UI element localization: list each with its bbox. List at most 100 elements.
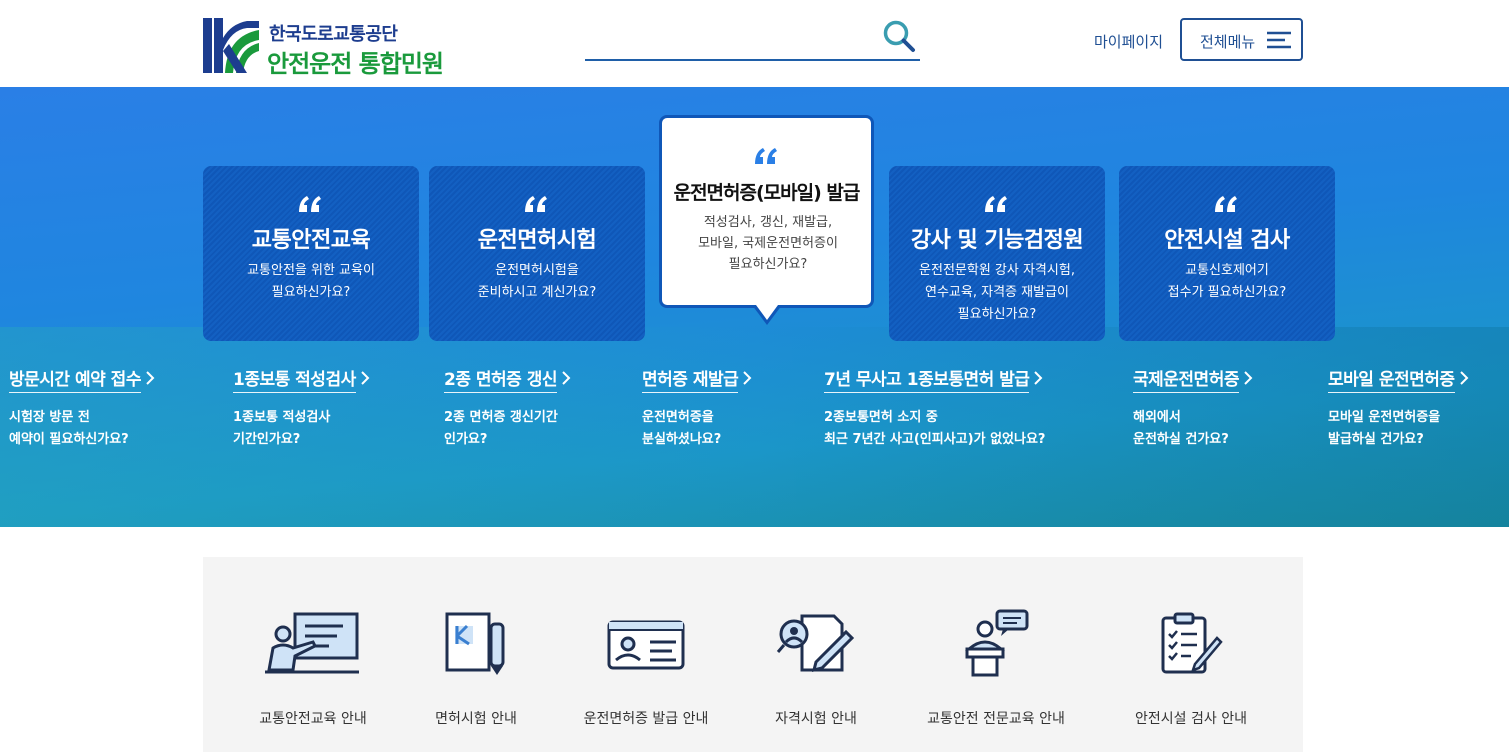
link-title: 국제운전면허증 xyxy=(1133,365,1239,393)
quick-item-safety-facility[interactable]: 안전시설 검사 안내 xyxy=(1101,557,1281,752)
link-description: 해외에서 운전하실 건가요? xyxy=(1133,407,1254,451)
card-description: 운전면허시험을 준비하시고 계신가요? xyxy=(435,260,639,304)
link-class1-aptitude-test[interactable]: 1종보통 적성검사 1종보통 적성검사 기간인가요? xyxy=(233,365,371,451)
quote-icon xyxy=(1215,196,1237,212)
link-title: 7년 무사고 1종보통면허 발급 xyxy=(824,365,1030,393)
link-desc-line: 시험장 방문 전 xyxy=(9,410,90,425)
quick-item-license-issue[interactable]: 운전면허증 발급 안내 xyxy=(551,557,741,752)
chevron-right-icon xyxy=(1034,371,1043,385)
chevron-right-icon xyxy=(1244,371,1253,385)
card-license-exam[interactable]: 운전면허시험 운전면허시험을 준비하시고 계신가요? xyxy=(429,166,645,341)
link-desc-line: 분실하셨나요? xyxy=(642,432,722,447)
quick-item-qualification-exam[interactable]: 자격시험 안내 xyxy=(741,557,891,752)
koroad-logo-icon xyxy=(203,18,259,73)
link-description: 운전면허증을 분실하셨나요? xyxy=(642,407,753,451)
card-desc-line: 교통안전을 위한 교육이 xyxy=(247,263,375,278)
quick-item-label: 안전시설 검사 안내 xyxy=(1135,711,1247,727)
link-desc-line: 최근 7년간 사고(인피사고)가 없었나요? xyxy=(824,432,1046,447)
card-title: 운전면허시험 xyxy=(477,228,597,253)
card-title: 운전면허증(모바일) 발급 xyxy=(673,182,861,204)
card-title: 안전시설 검사 xyxy=(1164,228,1290,253)
quote-icon xyxy=(525,196,547,212)
search-input[interactable] xyxy=(585,20,875,56)
link-desc-line: 2종보통면허 소지 중 xyxy=(824,410,938,425)
org-name: 한국도로교통공단 xyxy=(269,24,398,45)
card-desc-line: 운전면허시험을 xyxy=(495,263,579,278)
card-description: 교통안전을 위한 교육이 필요하신가요? xyxy=(209,260,413,304)
link-license-reissue[interactable]: 면허증 재발급 운전면허증을 분실하셨나요? xyxy=(642,365,753,451)
card-desc-line: 필요하신가요? xyxy=(957,307,1037,322)
quick-item-license-exam[interactable]: 면허시험 안내 xyxy=(401,557,551,752)
quick-menu: 교통안전교육 안내 면허시험 안내 운전면허증 발급 안내 자격시험 안내 교통… xyxy=(203,557,1303,752)
hamburger-icon xyxy=(1267,31,1291,49)
site-title: 안전운전 통합민원 xyxy=(267,50,444,78)
quick-item-label: 운전면허증 발급 안내 xyxy=(583,711,709,727)
card-desc-line: 모바일, 국제운전면허증이 xyxy=(698,236,838,251)
quick-item-label: 교통안전교육 안내 xyxy=(259,711,367,727)
chevron-right-icon xyxy=(146,371,155,385)
card-desc-line: 운전전문학원 강사 자격시험, xyxy=(919,263,1075,278)
link-description: 2종보통면허 소지 중 최근 7년간 사고(인피사고)가 없었나요? xyxy=(824,407,1045,451)
link-desc-line: 인가요? xyxy=(444,432,488,447)
search-button[interactable] xyxy=(880,18,918,56)
link-desc-line: 해외에서 xyxy=(1133,410,1181,425)
quote-icon xyxy=(755,148,777,164)
link-title: 방문시간 예약 접수 xyxy=(9,365,141,393)
id-card-icon xyxy=(607,620,685,670)
link-desc-line: 발급하실 건가요? xyxy=(1328,432,1424,447)
card-desc-line: 적성검사, 갱신, 재발급, xyxy=(703,215,833,230)
search-bar xyxy=(585,16,920,61)
quick-item-label: 교통안전 전문교육 안내 xyxy=(927,711,1065,727)
link-desc-line: 모바일 운전면허증을 xyxy=(1328,410,1441,425)
link-international-license[interactable]: 국제운전면허증 해외에서 운전하실 건가요? xyxy=(1133,365,1254,451)
card-desc-line: 접수가 필요하신가요? xyxy=(1167,285,1287,300)
chevron-right-icon xyxy=(1459,371,1468,385)
card-license-issue-active[interactable]: 운전면허증(모바일) 발급 적성검사, 갱신, 재발급, 모바일, 국제운전면허… xyxy=(659,115,874,308)
quick-item-label: 자격시험 안내 xyxy=(775,711,857,727)
quick-item-traffic-education[interactable]: 교통안전교육 안내 xyxy=(225,557,401,752)
link-description: 시험장 방문 전 예약이 필요하신가요? xyxy=(9,407,156,451)
chevron-right-icon xyxy=(562,371,571,385)
link-description: 2종 면허증 갱신기간 인가요? xyxy=(444,407,572,451)
quick-item-label: 면허시험 안내 xyxy=(435,711,517,727)
card-description: 운전전문학원 강사 자격시험, 연수교육, 자격증 재발급이 필요하신가요? xyxy=(895,260,1099,326)
link-mobile-license[interactable]: 모바일 운전면허증 모바일 운전면허증을 발급하실 건가요? xyxy=(1328,365,1470,451)
hero-section: 교통안전교육 교통안전을 위한 교육이 필요하신가요? 운전면허시험 운전면허시… xyxy=(0,87,1509,527)
all-menu-button[interactable]: 전체메뉴 xyxy=(1180,18,1303,61)
search-icon xyxy=(883,20,915,52)
quick-item-professional-education[interactable]: 교통안전 전문교육 안내 xyxy=(901,557,1091,752)
card-description: 교통신호제어기 접수가 필요하신가요? xyxy=(1125,260,1329,304)
link-title: 1종보통 적성검사 xyxy=(233,365,356,393)
link-desc-line: 기간인가요? xyxy=(233,432,301,447)
link-desc-line: 예약이 필요하신가요? xyxy=(9,432,129,447)
link-desc-line: 1종보통 적성검사 xyxy=(233,410,331,425)
exam-search-icon xyxy=(776,614,855,673)
checklist-clipboard-icon xyxy=(1161,612,1223,674)
card-title: 교통안전교육 xyxy=(251,228,371,253)
card-desc-line: 필요하신가요? xyxy=(271,285,351,300)
link-7year-accident-free[interactable]: 7년 무사고 1종보통면허 발급 2종보통면허 소지 중 최근 7년간 사고(인… xyxy=(824,365,1045,451)
link-visit-reservation[interactable]: 방문시간 예약 접수 시험장 방문 전 예약이 필요하신가요? xyxy=(9,365,156,451)
card-instructor-examiner[interactable]: 강사 및 기능검정원 운전전문학원 강사 자격시험, 연수교육, 자격증 재발급… xyxy=(889,166,1105,341)
active-card-pointer xyxy=(752,305,782,325)
card-safety-facility-inspection[interactable]: 안전시설 검사 교통신호제어기 접수가 필요하신가요? xyxy=(1119,166,1335,341)
card-traffic-safety-education[interactable]: 교통안전교육 교통안전을 위한 교육이 필요하신가요? xyxy=(203,166,419,341)
teacher-board-icon xyxy=(265,612,359,674)
license-pen-icon xyxy=(445,612,505,675)
link-description: 모바일 운전면허증을 발급하실 건가요? xyxy=(1328,407,1470,451)
lecturer-podium-icon xyxy=(965,609,1029,677)
link-class2-renewal[interactable]: 2종 면허증 갱신 2종 면허증 갱신기간 인가요? xyxy=(444,365,572,451)
link-title: 면허증 재발급 xyxy=(642,365,739,393)
link-desc-line: 2종 면허증 갱신기간 xyxy=(444,410,558,425)
link-desc-line: 운전면허증을 xyxy=(642,410,714,425)
card-desc-line: 연수교육, 자격증 재발급이 xyxy=(925,285,1069,300)
link-description: 1종보통 적성검사 기간인가요? xyxy=(233,407,371,451)
card-desc-line: 준비하시고 계신가요? xyxy=(477,285,597,300)
quote-icon xyxy=(299,196,321,212)
link-title: 2종 면허증 갱신 xyxy=(444,365,558,393)
site-logo[interactable]: 한국도로교통공단 안전운전 통합민원 xyxy=(203,18,463,78)
mypage-link[interactable]: 마이페이지 xyxy=(1094,31,1163,52)
link-desc-line: 운전하실 건가요? xyxy=(1133,432,1229,447)
chevron-right-icon xyxy=(743,371,752,385)
card-desc-line: 교통신호제어기 xyxy=(1185,263,1269,278)
